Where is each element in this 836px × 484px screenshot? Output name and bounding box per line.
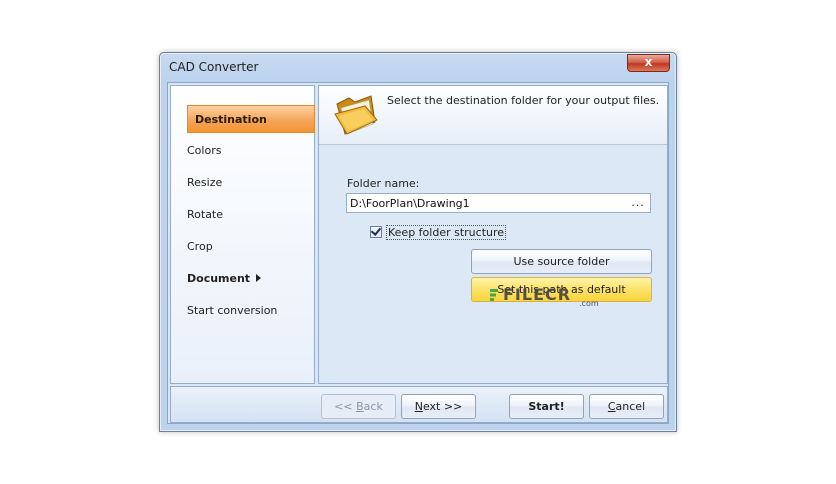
start-button[interactable]: Start! (509, 394, 584, 419)
next-button-rest: ext >> (422, 400, 463, 413)
folder-name-input[interactable] (346, 193, 651, 213)
back-button-accel: B (356, 400, 364, 413)
watermark-icon (490, 289, 498, 301)
header-instruction: Select the destination folder for your o… (387, 94, 660, 107)
nav-panel: Destination Colors Resize Rotate Crop Do… (170, 85, 315, 384)
cad-converter-window: CAD Converter x Destination Colors Resiz… (159, 52, 677, 432)
nav-item-document[interactable]: Document (187, 265, 262, 293)
cancel-button-rest: ancel (615, 400, 646, 413)
nav-item-start-conversion[interactable]: Start conversion (187, 297, 277, 325)
nav-item-label: Colors (187, 144, 222, 157)
nav-item-destination[interactable]: Destination (187, 105, 315, 133)
nav-item-label: Crop (187, 240, 213, 253)
check-mark-icon (370, 225, 382, 236)
nav-item-resize[interactable]: Resize (187, 169, 222, 197)
nav-item-crop[interactable]: Crop (187, 233, 213, 261)
use-source-folder-button[interactable]: Use source folder (471, 249, 652, 274)
nav-item-label: Destination (195, 113, 267, 126)
nav-item-label: Rotate (187, 208, 224, 221)
nav-item-label: Start conversion (187, 304, 278, 317)
submenu-arrow-icon (256, 274, 262, 282)
next-button[interactable]: Next >> (401, 394, 476, 419)
open-folder-icon (334, 95, 378, 135)
cancel-button-accel: C (607, 400, 616, 413)
back-button-prefix: << (334, 400, 357, 413)
nav-item-colors[interactable]: Colors (187, 137, 221, 165)
keep-folder-structure-checkbox[interactable] (370, 225, 382, 238)
content-header: Select the destination folder for your o… (319, 86, 667, 145)
watermark-text: FILECR (503, 285, 572, 304)
folder-name-label: Folder name: (347, 177, 420, 190)
content-panel: Select the destination folder for your o… (318, 85, 668, 384)
close-button[interactable]: x (627, 54, 670, 72)
back-button-rest: ack (363, 400, 383, 413)
wizard-button-bar: << Back Next >> Start! Cancel (170, 386, 668, 423)
nav-item-rotate[interactable]: Rotate (187, 201, 223, 229)
watermark: FILECR .com (490, 285, 599, 308)
cancel-button[interactable]: Cancel (589, 394, 664, 419)
keep-folder-structure-label[interactable]: Keep folder structure (386, 225, 507, 240)
client-area: Destination Colors Resize Rotate Crop Do… (167, 82, 669, 424)
watermark-suffix: .com (579, 299, 599, 308)
nav-item-label: Resize (187, 176, 223, 189)
back-button[interactable]: << Back (321, 394, 396, 419)
window-title: CAD Converter (169, 60, 259, 74)
next-button-accel: N (414, 400, 423, 413)
nav-item-label: Document (187, 272, 251, 285)
close-icon: x (644, 55, 653, 69)
browse-button[interactable]: ... (626, 194, 650, 212)
